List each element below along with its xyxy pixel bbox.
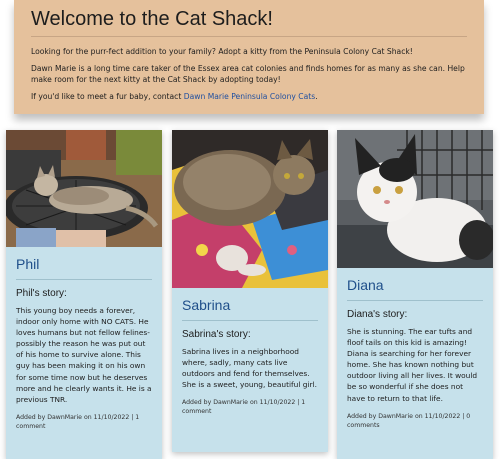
page-title: Welcome to the Cat Shack! xyxy=(31,8,273,30)
contact-suffix: . xyxy=(315,92,318,101)
story-heading: Diana's story: xyxy=(347,309,408,320)
cat-photo-sabrina[interactable] xyxy=(172,130,328,288)
cat-name[interactable]: Diana xyxy=(347,276,483,294)
card-divider xyxy=(182,320,318,321)
cat-name[interactable]: Phil xyxy=(16,255,152,273)
about-text: Dawn Marie is a long time care taker of … xyxy=(31,64,465,84)
story-heading: Phil's story: xyxy=(16,288,67,299)
cat-photo-phil[interactable] xyxy=(6,130,162,247)
contact-text: If you'd like to meet a fur baby, contac… xyxy=(31,91,467,102)
story-text: She is stunning. The ear tufts and floof… xyxy=(347,327,478,403)
card-divider xyxy=(16,279,152,280)
contact-prefix: If you'd like to meet a fur baby, contac… xyxy=(31,92,184,101)
intro-text: Looking for the purr-fect addition to yo… xyxy=(31,47,413,56)
contact-link[interactable]: Dawn Marie Peninsula Colony Cats xyxy=(184,92,315,101)
post-meta[interactable]: Added by DawnMarie on 11/10/2022 | 1 com… xyxy=(182,398,318,416)
cat-name[interactable]: Sabrina xyxy=(182,296,318,314)
welcome-banner: Welcome to the Cat Shack! Looking for th… xyxy=(14,0,484,114)
story-text: This young boy needs a forever, indoor o… xyxy=(16,306,152,404)
story-heading: Sabrina's story: xyxy=(182,329,251,340)
cat-card-diana: Diana Diana's story: She is stunning. Th… xyxy=(337,130,493,459)
post-meta[interactable]: Added by DawnMarie on 11/10/2022 | 1 com… xyxy=(16,413,152,431)
banner-divider xyxy=(31,36,467,37)
cat-photo-diana[interactable] xyxy=(337,130,493,268)
story-text: Sabrina lives in a neighborhood where, s… xyxy=(182,347,317,390)
cat-card-phil: Phil Phil's story: This young boy needs … xyxy=(6,130,162,459)
cat-card-sabrina: Sabrina Sabrina's story: Sabrina lives i… xyxy=(172,130,328,452)
post-meta[interactable]: Added by DawnMarie on 11/10/2022 | 0 com… xyxy=(347,412,483,430)
card-divider xyxy=(347,300,483,301)
